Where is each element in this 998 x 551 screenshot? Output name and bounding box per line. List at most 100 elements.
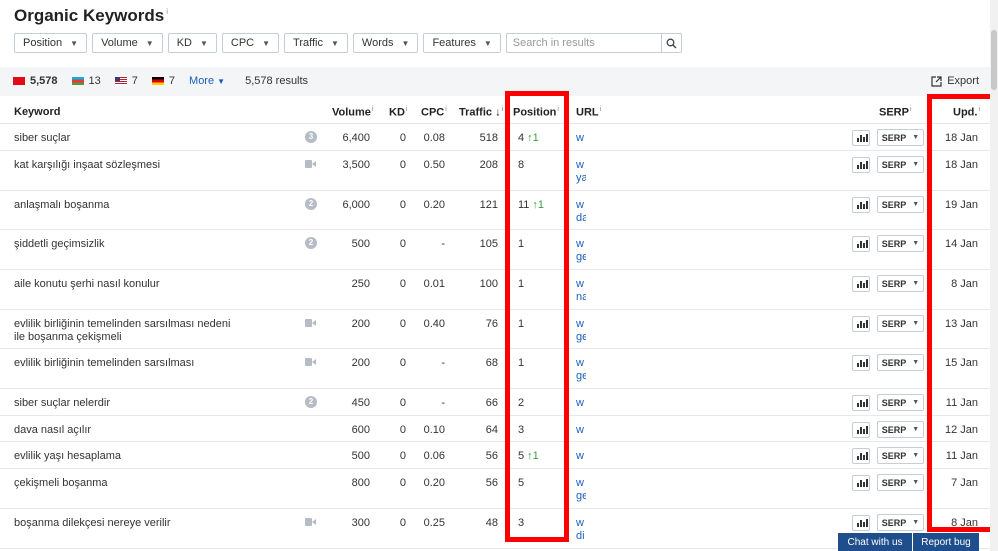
filter-words[interactable]: Words ▼ (352, 33, 419, 53)
filter-features[interactable]: Features ▼ (423, 33, 501, 53)
serp-features-count-icon[interactable]: 2 (305, 198, 317, 210)
col-traffic[interactable]: Traffic ↓i (459, 106, 503, 119)
position-change-up: ↑1 (527, 132, 539, 144)
table-row: siber suçlar nelerdir 2 450 0 - 66 2 w SERP ▼ 11 J… (0, 389, 998, 416)
traffic-cell: 76 (485, 318, 498, 330)
position-history-button[interactable] (852, 355, 870, 371)
search-input[interactable]: Search in results (505, 33, 661, 53)
keyword-cell[interactable]: şiddetli geçimsizlik (14, 238, 244, 251)
url-link[interactable]: w ge (576, 238, 586, 264)
url-link[interactable]: w ya (576, 159, 586, 185)
report-bug-button[interactable]: Report bug (913, 533, 979, 551)
country-us[interactable]: 7 (114, 75, 138, 87)
search-icon (666, 38, 677, 48)
info-icon: i (445, 106, 447, 113)
url-link[interactable]: w di (576, 517, 586, 543)
chat-button[interactable]: Chat with us (838, 533, 912, 551)
keyword-cell[interactable]: kat karşılığı inşaat sözleşmesi (14, 159, 244, 172)
col-cpc[interactable]: CPCi (421, 106, 447, 119)
country-tr[interactable]: 5,578 (13, 75, 58, 87)
scrollbar-thumb[interactable] (991, 30, 997, 90)
url-link[interactable]: w ge (576, 477, 586, 503)
serp-features-count-icon[interactable]: 3 (305, 131, 317, 143)
serp-dropdown-button[interactable]: SERP ▼ (877, 474, 924, 491)
filter-kd[interactable]: KD ▼ (167, 33, 217, 53)
serp-features-count-icon[interactable]: 2 (305, 396, 317, 408)
serp-dropdown-button[interactable]: SERP ▼ (877, 394, 924, 411)
keyword-cell[interactable]: evlilik birliğinin temelinden sarsılması… (14, 318, 244, 344)
more-countries-button[interactable]: More ▼ (189, 75, 225, 87)
url-link[interactable]: w da (576, 199, 586, 225)
position-history-button[interactable] (852, 236, 870, 252)
position-history-button[interactable] (852, 130, 870, 146)
position-history-button[interactable] (852, 448, 870, 464)
url-link[interactable]: w (576, 450, 586, 463)
keyword-cell[interactable]: evlilik birliğinin temelinden sarsılması (14, 357, 244, 370)
keyword-cell[interactable]: siber suçlar nelerdir (14, 397, 244, 410)
keyword-cell[interactable]: dava nasıl açılır (14, 424, 244, 437)
video-icon[interactable] (305, 358, 316, 366)
video-icon[interactable] (305, 319, 316, 327)
col-updated[interactable]: Upd.i (953, 106, 980, 119)
filter-volume[interactable]: Volume ▼ (92, 33, 163, 53)
serp-features-count-icon[interactable]: 2 (305, 237, 317, 249)
position-cell: 8 (518, 159, 525, 171)
filter-cpc[interactable]: CPC ▼ (221, 33, 280, 53)
serp-dropdown-button[interactable]: SERP ▼ (877, 196, 924, 213)
url-line: ge (576, 370, 586, 382)
serp-dropdown-button[interactable]: SERP ▼ (877, 156, 924, 173)
serp-dropdown-button[interactable]: SERP ▼ (877, 275, 924, 292)
serp-dropdown-button[interactable]: SERP ▼ (877, 354, 924, 371)
url-link[interactable]: w na (576, 278, 586, 304)
serp-dropdown-button[interactable]: SERP ▼ (877, 447, 924, 464)
country-az[interactable]: 13 (71, 75, 101, 87)
url-link[interactable]: w (576, 424, 586, 437)
url-link[interactable]: w (576, 132, 586, 145)
serp-dropdown-button[interactable]: SERP ▼ (877, 235, 924, 252)
keyword-cell[interactable]: anlaşmalı boşanma (14, 199, 244, 212)
info-icon[interactable]: i (166, 7, 168, 16)
search-button[interactable] (660, 33, 682, 53)
keyword-cell[interactable]: siber suçlar (14, 132, 244, 145)
video-icon[interactable] (305, 518, 316, 526)
url-link[interactable]: w ge (576, 357, 586, 383)
serp-dropdown-button[interactable]: SERP ▼ (877, 514, 924, 531)
position-history-button[interactable] (852, 276, 870, 292)
cpc-cell: 0.08 (423, 132, 445, 144)
col-kd[interactable]: KDi (389, 106, 407, 119)
report-header: Organic Keywords i Position ▼ Volume ▼ KD ▼ … (0, 0, 998, 67)
keyword-cell[interactable]: boşanma dilekçesi nereye verilir (14, 517, 244, 530)
keyword-cell[interactable]: evlilik yaşı hesaplama (14, 450, 244, 463)
flag-us-icon (114, 77, 127, 85)
col-volume[interactable]: Volumei (332, 106, 373, 119)
serp-dropdown-button[interactable]: SERP ▼ (877, 315, 924, 332)
serp-dropdown-button[interactable]: SERP ▼ (877, 129, 924, 146)
position-history-button[interactable] (852, 422, 870, 438)
keyword-cell[interactable]: çekişmeli boşanma (14, 477, 244, 490)
kd-cell: 0 (399, 159, 406, 171)
col-url[interactable]: URLi (576, 106, 601, 119)
volume-cell: 250 (351, 278, 370, 290)
video-icon[interactable] (305, 160, 316, 168)
col-keyword[interactable]: Keyword (14, 106, 60, 118)
position-history-button[interactable] (852, 197, 870, 213)
table-row: anlaşmalı boşanma 2 6,000 0 0.20 121 11 ↑1 w da SE… (0, 191, 998, 230)
export-button[interactable]: Export (931, 75, 979, 87)
country-de[interactable]: 7 (151, 75, 175, 87)
serp-dropdown-button[interactable]: SERP ▼ (877, 421, 924, 438)
updated-cell: 14 Jan (944, 238, 978, 250)
keyword-cell[interactable]: aile konutu şerhi nasıl konulur (14, 278, 244, 291)
col-position[interactable]: Positioni (513, 106, 559, 119)
position-history-button[interactable] (852, 515, 870, 531)
cpc-cell: - (441, 357, 445, 369)
filter-position[interactable]: Position ▼ (14, 33, 88, 53)
position-history-button[interactable] (852, 157, 870, 173)
position-history-button[interactable] (852, 395, 870, 411)
info-icon: i (599, 106, 602, 113)
url-link[interactable]: w (576, 397, 586, 410)
position-history-button[interactable] (852, 475, 870, 491)
url-link[interactable]: w ge (576, 318, 586, 344)
filter-traffic[interactable]: Traffic ▼ (284, 33, 348, 53)
position-history-button[interactable] (852, 316, 870, 332)
col-serp[interactable]: SERPi (879, 106, 912, 119)
